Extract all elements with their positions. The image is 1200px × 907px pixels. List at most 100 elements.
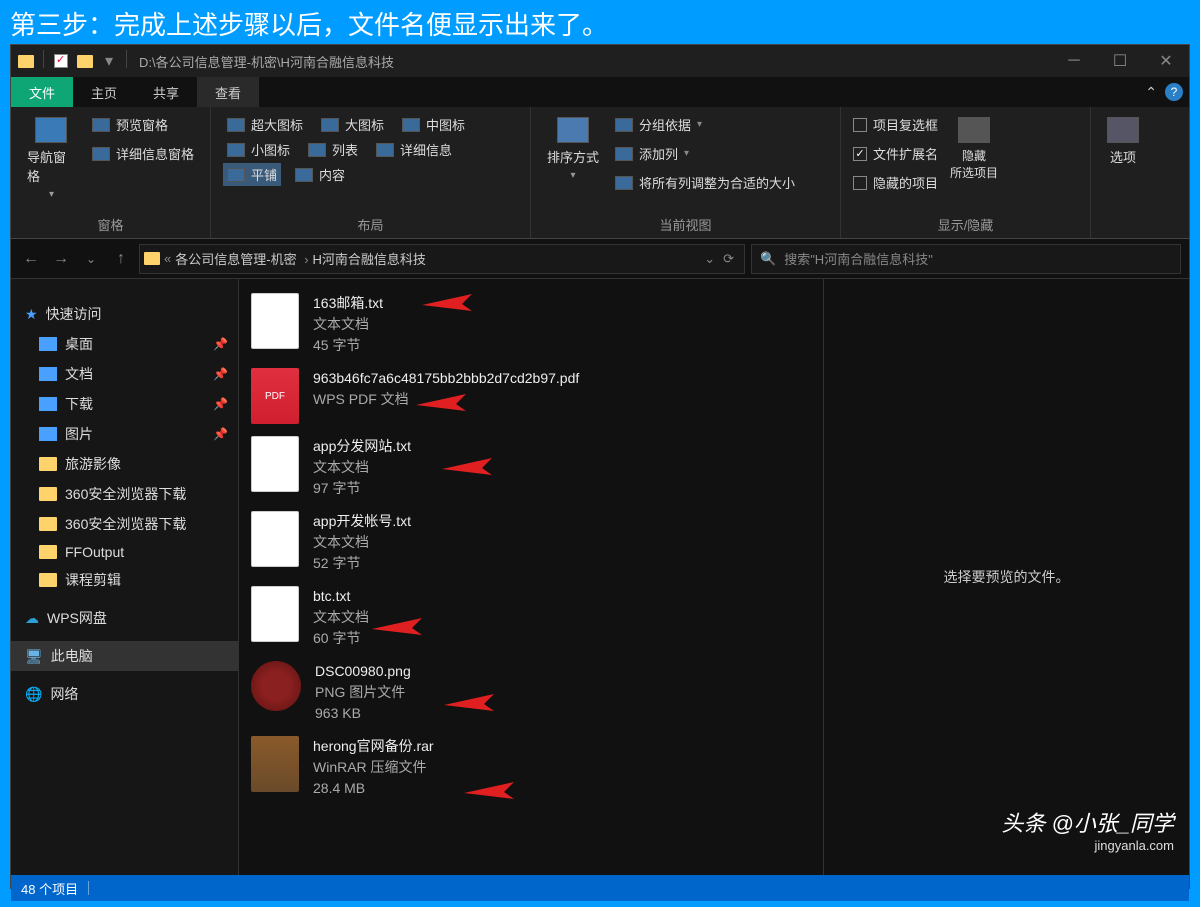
file-item[interactable]: 163邮箱.txt 文本文档 45 字节 [247, 287, 815, 362]
layout-content[interactable]: 内容 [291, 163, 349, 186]
ribbon-tabs: 文件 主页 共享 查看 ⌃ ? [11, 77, 1189, 107]
checkbox-file-extensions[interactable]: ✓文件扩展名 [853, 142, 938, 165]
checkbox-item-checkboxes[interactable]: 项目复选框 [853, 113, 938, 136]
file-item[interactable]: PDF 963b46fc7a6c48175bb2bbb2d7cd2b97.pdf… [247, 362, 815, 430]
sidebar-item-folder[interactable]: 课程剪辑 [11, 565, 238, 595]
options-button[interactable]: 选项 [1103, 113, 1143, 170]
refresh-icon[interactable]: ⟳ [723, 251, 734, 267]
close-button[interactable]: ✕ [1143, 45, 1189, 77]
tab-view[interactable]: 查看 [197, 77, 259, 107]
preview-pane-button[interactable]: 预览窗格 [88, 113, 198, 136]
sidebar-item-desktop[interactable]: 桌面📌 [11, 329, 238, 359]
search-box[interactable]: 🔍 搜索"H河南合融信息科技" [751, 244, 1181, 274]
sidebar-this-pc[interactable]: 🖥此电脑 [11, 641, 238, 671]
status-bar: 48 个项目 [11, 875, 1189, 901]
checkbox-hidden-items[interactable]: 隐藏的项目 [853, 171, 938, 194]
file-name: 963b46fc7a6c48175bb2bbb2d7cd2b97.pdf [313, 368, 579, 389]
file-type-icon [251, 736, 299, 792]
search-icon: 🔍 [760, 251, 776, 267]
star-icon: ★ [25, 306, 38, 323]
sidebar-item-folder[interactable]: 旅游影像 [11, 449, 238, 479]
group-by-button[interactable]: 分组依据 ▾ [611, 113, 799, 136]
sort-button[interactable]: 排序方式▾ [543, 113, 603, 185]
layout-tile[interactable]: 平铺 [223, 163, 281, 186]
sidebar-wps[interactable]: ☁WPS网盘 [11, 603, 238, 633]
qat-dropdown-icon[interactable]: ▾ [98, 50, 120, 72]
add-columns-button[interactable]: 添加列 ▾ [611, 142, 799, 165]
sidebar-network[interactable]: 🌐网络 [11, 679, 238, 709]
search-placeholder: 搜索"H河南合融信息科技" [784, 249, 933, 268]
layout-list[interactable]: 列表 [304, 138, 362, 161]
sidebar-quick-access[interactable]: ★快速访问 [11, 299, 238, 329]
breadcrumb-2[interactable]: H河南合融信息科技 [313, 249, 426, 268]
qat-properties-icon[interactable] [50, 50, 72, 72]
pin-icon: 📌 [213, 367, 228, 381]
layout-sm[interactable]: 小图标 [223, 138, 294, 161]
help-icon[interactable]: ? [1165, 83, 1183, 101]
layout-xl[interactable]: 超大图标 [223, 113, 307, 136]
tutorial-banner: 第三步：完成上述步骤以后，文件名便显示出来了。 [0, 0, 1200, 44]
annotation-arrow [459, 779, 519, 803]
file-name: 163邮箱.txt [313, 293, 383, 314]
layout-lg[interactable]: 大图标 [317, 113, 388, 136]
ribbon-group-show: 显示/隐藏 [853, 211, 1078, 238]
preview-pane: 选择要预览的文件。 [823, 279, 1189, 875]
recent-dropdown[interactable]: ⌄ [79, 247, 103, 271]
sidebar-item-pics[interactable]: 图片📌 [11, 419, 238, 449]
app-icon [15, 50, 37, 72]
layout-md[interactable]: 中图标 [398, 113, 469, 136]
sidebar-item-downloads[interactable]: 下载📌 [11, 389, 238, 419]
back-button[interactable]: ← [19, 247, 43, 271]
file-name: app分发网站.txt [313, 436, 411, 457]
file-size: 60 字节 [313, 628, 369, 649]
address-bar[interactable]: « 各公司信息管理-机密 H河南合融信息科技 ⌄ ⟳ [139, 244, 745, 274]
file-size: 45 字节 [313, 335, 383, 356]
file-explorer-window: ▾ D:\各公司信息管理-机密\H河南合融信息科技 ─ ☐ ✕ 文件 主页 共享… [10, 44, 1190, 889]
file-item[interactable]: app开发帐号.txt 文本文档 52 字节 [247, 505, 815, 580]
file-name: DSC00980.png [315, 661, 411, 682]
sidebar-item-folder[interactable]: FFOutput [11, 539, 238, 565]
file-type-icon: PDF [251, 368, 299, 424]
file-item[interactable]: DSC00980.png PNG 图片文件 963 KB [247, 655, 815, 730]
forward-button[interactable]: → [49, 247, 73, 271]
tab-file[interactable]: 文件 [11, 77, 73, 107]
sidebar-item-folder[interactable]: 360安全浏览器下载 [11, 479, 238, 509]
ribbon-view: 导航窗格 ▾ 预览窗格 详细信息窗格 窗格 超大图标 大图标 中图标 小图标 列… [11, 107, 1189, 239]
sidebar-item-docs[interactable]: 文档📌 [11, 359, 238, 389]
file-item[interactable]: app分发网站.txt 文本文档 97 字节 [247, 430, 815, 505]
file-item[interactable]: herong官网备份.rar WinRAR 压缩文件 28.4 MB [247, 730, 815, 805]
address-bar-row: ← → ⌄ ↑ « 各公司信息管理-机密 H河南合融信息科技 ⌄ ⟳ 🔍 搜索"… [11, 239, 1189, 279]
file-name: herong官网备份.rar [313, 736, 434, 757]
file-type-icon [251, 661, 301, 711]
nav-pane-button[interactable]: 导航窗格 ▾ [23, 113, 80, 204]
qat-new-folder-icon[interactable] [74, 50, 96, 72]
file-type: 文本文档 [313, 607, 369, 628]
nav-pane-label: 导航窗格 [27, 147, 76, 185]
maximize-button[interactable]: ☐ [1097, 45, 1143, 77]
up-button[interactable]: ↑ [109, 247, 133, 271]
tab-share[interactable]: 共享 [135, 77, 197, 107]
sidebar-item-folder[interactable]: 360安全浏览器下载 [11, 509, 238, 539]
address-dropdown-icon[interactable]: ⌄ [704, 251, 715, 267]
details-pane-button[interactable]: 详细信息窗格 [88, 142, 198, 165]
file-name: app开发帐号.txt [313, 511, 411, 532]
globe-icon: 🌐 [25, 686, 42, 703]
file-size: 963 KB [315, 703, 411, 724]
file-list-pane[interactable]: 163邮箱.txt 文本文档 45 字节 PDF 963b46fc7a6c481… [239, 279, 823, 875]
collapse-ribbon-icon[interactable]: ⌃ [1145, 84, 1157, 101]
minimize-button[interactable]: ─ [1051, 45, 1097, 77]
hide-selected-button[interactable]: 隐藏 所选项目 [946, 113, 1002, 185]
ribbon-group-view: 当前视图 [543, 211, 828, 238]
tab-home[interactable]: 主页 [73, 77, 135, 107]
file-type: PNG 图片文件 [315, 682, 411, 703]
navigation-sidebar: ★快速访问 桌面📌 文档📌 下载📌 图片📌 旅游影像 360安全浏览器下载 36… [11, 279, 239, 875]
monitor-icon: 🖥 [25, 648, 43, 665]
annotation-arrow [417, 291, 477, 315]
layout-detail[interactable]: 详细信息 [372, 138, 456, 161]
breadcrumb-1[interactable]: 各公司信息管理-机密 [175, 249, 308, 268]
fit-columns-button[interactable]: 将所有列调整为合适的大小 [611, 171, 799, 194]
title-bar: ▾ D:\各公司信息管理-机密\H河南合融信息科技 ─ ☐ ✕ [11, 45, 1189, 77]
annotation-arrow [411, 391, 471, 415]
pin-icon: 📌 [213, 337, 228, 351]
file-item[interactable]: btc.txt 文本文档 60 字节 [247, 580, 815, 655]
